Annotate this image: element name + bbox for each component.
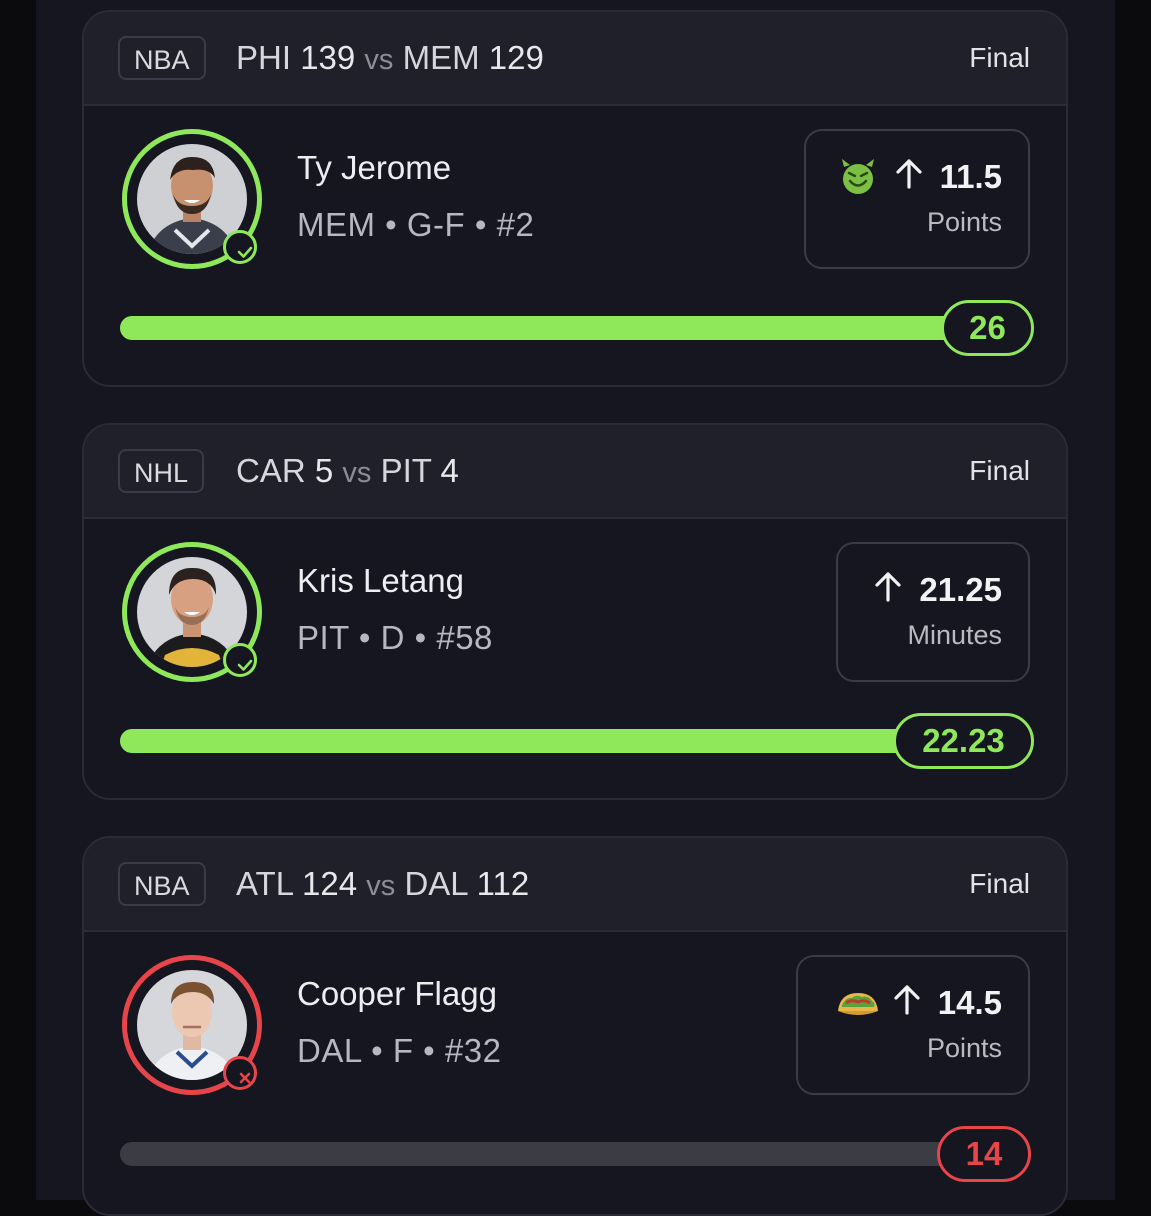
x-icon [223,1056,257,1090]
stat-type: Minutes [907,620,1002,650]
vs-label: vs [366,870,396,902]
line-value: 11.5 [939,158,1002,195]
player-avatar[interactable] [122,542,262,682]
smiling-devil-icon [838,159,878,195]
check-icon [223,230,257,264]
game-status: Final [969,455,1030,486]
matchup-score: PHI 139 vs MEM 129 [236,39,544,77]
game-status: Final [969,42,1030,73]
league-badge: NHL [118,449,205,493]
player-avatar[interactable] [122,129,262,269]
result-value-pill: 14 [937,1126,1031,1182]
pick-card[interactable]: NBA ATL 124 vs DAL 112 Final Cooper Flag… [82,836,1068,1216]
player-info: DAL • F • #32 [297,1032,502,1069]
team-away: ATL [236,865,293,902]
player-info: PIT • D • #58 [297,619,493,656]
pick-line-box[interactable]: 14.5 Points [796,955,1030,1095]
league-badge: NBA [118,36,206,80]
pick-line-box[interactable]: 11.5 Points [804,129,1030,269]
line-value: 21.25 [919,571,1002,608]
stat-type: Points [926,1033,1002,1063]
score-away: 124 [302,865,358,902]
game-status: Final [969,868,1030,899]
score-away: 5 [314,452,334,489]
taco-icon [836,985,878,1021]
score-home: 4 [440,452,459,489]
check-icon [223,643,257,677]
arrow-up-icon [892,983,922,1023]
arrow-up-icon [894,157,924,197]
player-name: Kris Letang [297,562,464,599]
vs-label: vs [342,457,372,489]
progress-track [120,1142,1000,1166]
player-info: MEM • G-F • #2 [297,206,535,243]
score-away: 139 [300,39,356,76]
progress-track [120,729,960,753]
pick-line-box[interactable]: 21.25 Minutes [836,542,1030,682]
progress-track [120,316,1010,340]
matchup-score: CAR 5 vs PIT 4 [236,452,459,490]
pick-card[interactable]: NHL CAR 5 vs PIT 4 Final Kris Letang PIT… [82,423,1068,800]
line-value: 14.5 [937,984,1002,1021]
team-home: PIT [380,452,432,489]
arrow-up-icon [873,570,903,610]
game-header: NHL CAR 5 vs PIT 4 Final [84,425,1066,519]
matchup-score: ATL 124 vs DAL 112 [236,865,529,903]
team-home: MEM [402,39,480,76]
result-value-pill: 26 [941,300,1034,356]
pick-card[interactable]: NBA PHI 139 vs MEM 129 Final Ty Jerome M… [82,10,1068,387]
team-home: DAL [404,865,468,902]
progress-fill [120,316,1010,340]
player-name: Cooper Flagg [297,975,497,1012]
team-away: CAR [236,452,306,489]
league-badge: NBA [118,862,206,906]
score-home: 112 [476,865,530,902]
team-away: PHI [236,39,292,76]
vs-label: vs [364,44,394,76]
score-home: 129 [488,39,544,76]
result-value-pill: 22.23 [893,713,1034,769]
player-name: Ty Jerome [297,149,452,186]
stat-type: Points [926,207,1002,237]
progress-fill [120,729,960,753]
player-avatar[interactable] [122,955,262,1095]
game-header: NBA ATL 124 vs DAL 112 Final [84,838,1066,932]
game-header: NBA PHI 139 vs MEM 129 Final [84,12,1066,106]
